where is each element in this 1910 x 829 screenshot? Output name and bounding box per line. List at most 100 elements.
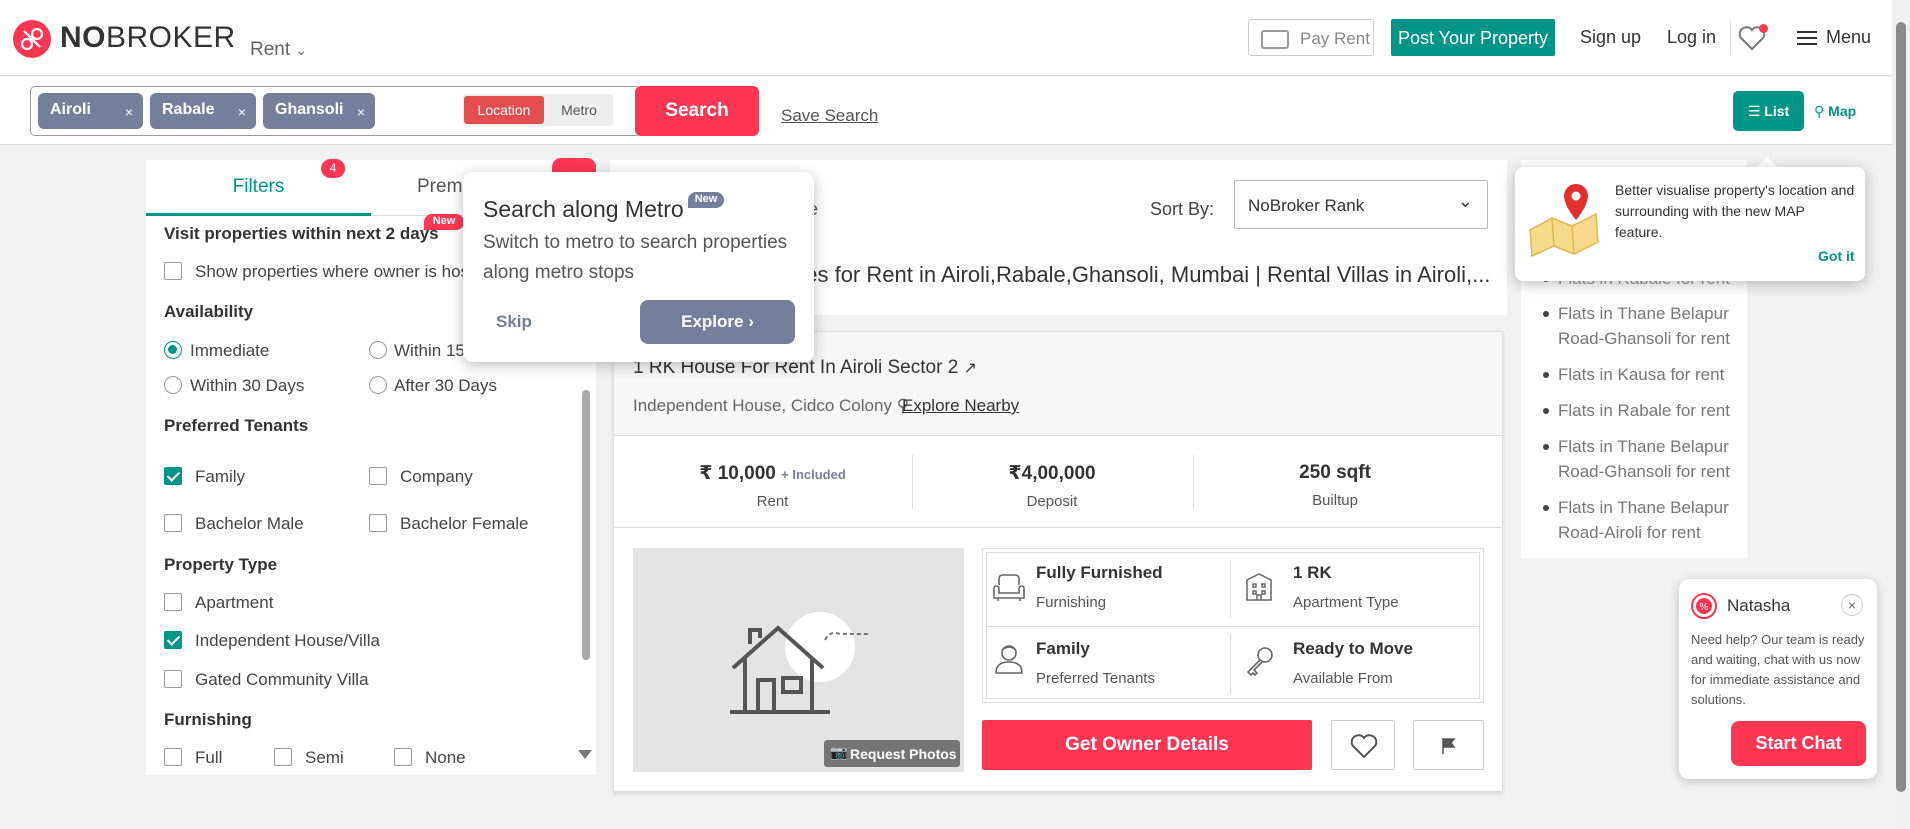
- menu-button[interactable]: Menu: [1797, 27, 1871, 49]
- related-link[interactable]: Flats in Thane Belapur Road-Ghansoli for…: [1543, 434, 1738, 484]
- related-link[interactable]: Flats in Rabale for rent: [1543, 398, 1738, 423]
- available-from-label: Available From: [1293, 670, 1393, 687]
- preferred-tenants-value: Family: [1036, 639, 1090, 658]
- availability-after30-label: After 30 Days: [394, 376, 497, 395]
- chevron-down-icon: ⌄: [295, 42, 308, 58]
- tenant-company-label: Company: [400, 467, 473, 486]
- map-view-button[interactable]: ⚲ Map: [1814, 103, 1856, 120]
- get-owner-details-button[interactable]: Get Owner Details: [982, 720, 1312, 770]
- camera-icon: 📷: [830, 744, 848, 760]
- close-icon[interactable]: ×: [1841, 594, 1863, 616]
- post-property-button[interactable]: Post Your Property: [1391, 19, 1555, 56]
- attr-divider: [986, 626, 1480, 627]
- page-scrollbar-thumb[interactable]: [1896, 22, 1906, 792]
- availability-15-label: Within 15: [394, 341, 465, 360]
- hamburger-icon: [1797, 27, 1817, 49]
- flag-icon: [1442, 738, 1456, 754]
- availability-30-label: Within 30 Days: [190, 376, 305, 395]
- search-button[interactable]: Search: [635, 86, 759, 136]
- property-type-heading: Property Type: [164, 555, 278, 574]
- related-link[interactable]: Flats in Thane Belapur Road-Ghansoli for…: [1543, 301, 1738, 351]
- stat-divider: [1193, 455, 1194, 509]
- tenant-bachelor-male-checkbox[interactable]: [164, 514, 182, 532]
- related-link[interactable]: Flats in Thane Belapur Road-Airoli for r…: [1543, 495, 1738, 545]
- explore-button[interactable]: Explore ›: [640, 300, 795, 344]
- chat-message: Need help? Our team is ready and waiting…: [1691, 632, 1865, 707]
- external-link-icon[interactable]: ↗: [964, 360, 977, 377]
- scroll-down-arrow-icon[interactable]: [578, 750, 592, 759]
- stat-divider-line: [614, 527, 1502, 528]
- request-photos-button[interactable]: 📷 Request Photos: [824, 740, 960, 767]
- logo-text[interactable]: NOBROKER: [60, 21, 236, 55]
- availability-30-radio[interactable]: [164, 376, 182, 394]
- location-chip-airoli[interactable]: Airoli ×: [38, 93, 143, 129]
- availability-immediate-radio[interactable]: [164, 341, 182, 359]
- location-chip-rabale[interactable]: Rabale ×: [150, 93, 256, 129]
- close-icon[interactable]: ×: [125, 104, 133, 120]
- available-from-value: Ready to Move: [1293, 639, 1413, 658]
- nobroker-logo-icon[interactable]: [13, 20, 51, 58]
- listing-subtitle: Independent House, Cidco Colony ⚲: [633, 396, 910, 415]
- page-title: uses for Rent in Airoli,Rabale,Ghansoli,…: [782, 262, 1491, 287]
- rent-dropdown[interactable]: Rent ⌄: [250, 39, 307, 61]
- heart-icon: [1350, 734, 1378, 759]
- skip-button[interactable]: Skip: [496, 312, 532, 332]
- apartment-type-value: 1 RK: [1293, 563, 1332, 582]
- related-link[interactable]: Flats in Kausa for rent: [1543, 362, 1738, 387]
- builtup-stat: 250 sqft Builtup: [1299, 462, 1371, 509]
- availability-15-radio[interactable]: [369, 341, 387, 359]
- chevron-down-icon: ⌄: [1457, 191, 1473, 211]
- stat-divider: [912, 455, 913, 509]
- close-icon[interactable]: ×: [238, 104, 246, 120]
- furnishing-none-checkbox[interactable]: [394, 748, 412, 766]
- type-gated-villa-checkbox[interactable]: [164, 670, 182, 688]
- rent-included-note: + Included: [781, 467, 846, 482]
- furnishing-full-label: Full: [195, 748, 223, 767]
- availability-after30-radio[interactable]: [369, 376, 387, 394]
- tenant-company-checkbox[interactable]: [369, 467, 387, 485]
- house-icon: [730, 625, 868, 714]
- show-owner-checkbox[interactable]: [164, 262, 182, 280]
- explore-nearby-link[interactable]: Explore Nearby: [902, 396, 1019, 416]
- pay-rent-button[interactable]: Pay Rent: [1248, 19, 1374, 56]
- location-tab[interactable]: Location: [464, 96, 544, 124]
- key-icon: [1246, 647, 1273, 677]
- tenant-icon: [995, 645, 1023, 674]
- sort-dropdown[interactable]: NoBroker Rank ⌄: [1234, 180, 1488, 229]
- map-location-icon: [1529, 184, 1599, 258]
- save-search-link[interactable]: Save Search: [781, 106, 878, 126]
- got-it-button[interactable]: Got it: [1818, 248, 1855, 264]
- location-chip-ghansoli[interactable]: Ghansoli ×: [263, 93, 375, 129]
- tenant-bachelor-female-checkbox[interactable]: [369, 514, 387, 532]
- show-owner-label: Show properties where owner is host: [195, 262, 474, 281]
- sign-up-link[interactable]: Sign up: [1580, 27, 1641, 48]
- chat-agent-name: Natasha: [1727, 596, 1791, 615]
- furnishing-full-checkbox[interactable]: [164, 748, 182, 766]
- new-badge: New: [424, 214, 464, 230]
- filters-scrollbar[interactable]: [582, 390, 590, 660]
- close-icon[interactable]: ×: [357, 104, 365, 120]
- tenant-bachelor-male-label: Bachelor Male: [195, 514, 304, 533]
- attr-divider: [1230, 560, 1231, 618]
- tenant-family-checkbox[interactable]: [164, 467, 182, 485]
- shortlist-button[interactable]: [1331, 720, 1395, 770]
- preferred-tenants-label: Preferred Tenants: [1036, 670, 1155, 687]
- tenant-bachelor-female-label: Bachelor Female: [400, 514, 529, 533]
- type-apartment-checkbox[interactable]: [164, 593, 182, 611]
- map-pin-icon: ⚲: [1814, 103, 1825, 119]
- list-icon: ☰: [1747, 103, 1761, 119]
- svg-text:%: %: [1699, 602, 1709, 613]
- type-house-villa-checkbox[interactable]: [164, 631, 182, 649]
- metro-popup-title: Search along Metro: [483, 196, 684, 222]
- metro-tab[interactable]: Metro: [548, 96, 610, 124]
- start-chat-button[interactable]: Start Chat: [1731, 721, 1866, 766]
- credit-card-icon: [1261, 30, 1289, 49]
- report-button[interactable]: [1413, 720, 1484, 770]
- furnishing-semi-checkbox[interactable]: [274, 748, 292, 766]
- deposit-stat: ₹4,00,000 Deposit: [1008, 463, 1096, 510]
- log-in-link[interactable]: Log in: [1667, 27, 1716, 48]
- tenant-family-label: Family: [195, 467, 246, 486]
- building-icon: [1246, 573, 1272, 601]
- furnishing-label: Furnishing: [1036, 594, 1107, 611]
- list-view-button[interactable]: ☰ List: [1733, 91, 1804, 131]
